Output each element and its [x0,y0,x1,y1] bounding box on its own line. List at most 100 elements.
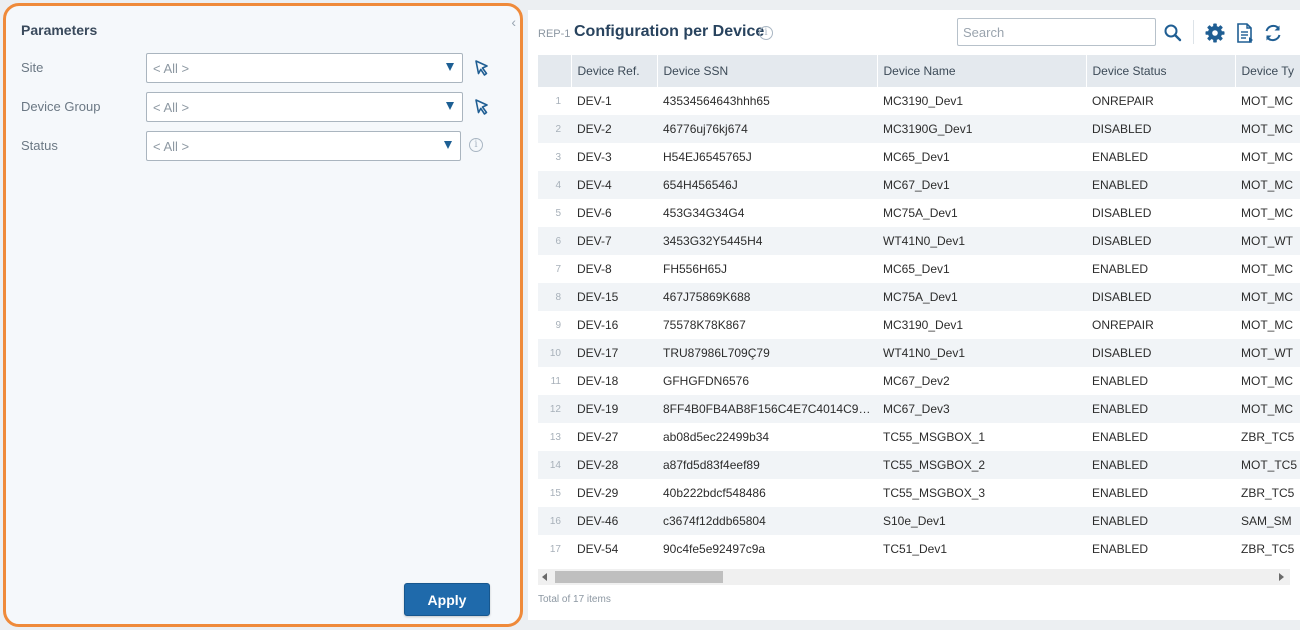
device-name-cell: MC67_Dev3 [877,395,1086,423]
device-status-cell: ENABLED [1086,535,1235,563]
info-icon[interactable]: i [469,138,483,152]
row-number: 11 [538,367,571,395]
device-status-cell: ENABLED [1086,171,1235,199]
table-row[interactable]: 17 DEV-54 90c4fe5e92497c9a TC51_Dev1 ENABLED… [538,535,1300,563]
device-group-select-value: < All > [153,100,190,115]
table-row[interactable]: 5 DEV-6 453G34G34G4 MC75A_Dev1 DISABLED MOT_M… [538,199,1300,227]
device-ref-cell: DEV-7 [571,227,657,255]
column-header-device-name[interactable]: Device Name [876,55,1086,87]
horizontal-scrollbar[interactable] [538,569,1290,585]
refresh-icon[interactable] [1262,22,1284,44]
row-number: 13 [538,423,571,451]
apply-button[interactable]: Apply [404,583,490,616]
table-row[interactable]: 15 DEV-29 40b222bdcf548486 TC55_MSGBOX_3 ENA… [538,479,1300,507]
device-ref-cell: DEV-29 [571,479,657,507]
report-code: REP-1 [538,28,571,40]
table-row[interactable]: 10 DEV-17 TRU87986L709Ç79 WT41N0_Dev1 DISABL… [538,339,1300,367]
row-number: 1 [538,87,571,115]
status-select[interactable]: < All > [146,131,461,161]
row-number: 7 [538,255,571,283]
table-row[interactable]: 9 DEV-16 75578K78K867 MC3190_Dev1 ONREPAIR MO… [538,311,1300,339]
device-name-cell: MC3190G_Dev1 [877,115,1086,143]
device-ref-cell: DEV-19 [571,395,657,423]
device-status-cell: ONREPAIR [1086,87,1235,115]
table-row[interactable]: 14 DEV-28 a87fd5d83f4eef89 TC55_MSGBOX_2 ENA… [538,451,1300,479]
device-type-cell: MOT_WT [1235,227,1300,255]
table-row[interactable]: 3 DEV-3 H54EJ6545765J MC65_Dev1 ENABLED MOT_M… [538,143,1300,171]
column-header-device-type[interactable]: Device Ty [1234,55,1300,87]
device-ssn-cell: 90c4fe5e92497c9a [657,535,877,563]
device-type-cell: MOT_MC [1235,283,1300,311]
row-number: 14 [538,451,571,479]
column-header-device-status[interactable]: Device Status [1085,55,1235,87]
device-ssn-cell: 46776uj76kj674 [657,115,877,143]
device-ssn-cell: ab08d5ec22499b34 [657,423,877,451]
device-status-cell: ENABLED [1086,479,1235,507]
device-type-cell: SAM_SM [1235,507,1300,535]
device-ref-cell: DEV-28 [571,451,657,479]
export-document-icon[interactable] [1234,22,1256,44]
table-row[interactable]: 11 DEV-18 GFHGFDN6576 MC67_Dev2 ENABLED MOT_M… [538,367,1300,395]
device-type-cell: ZBR_TC5 [1235,479,1300,507]
search-input[interactable] [957,18,1156,46]
device-type-cell: ZBR_TC5 [1235,535,1300,563]
column-header-device-ref[interactable]: Device Ref. [570,55,657,87]
pin-icon[interactable] [472,97,492,117]
device-name-cell: WT41N0_Dev1 [877,339,1086,367]
report-info-icon[interactable]: i [759,26,773,40]
device-name-cell: MC3190_Dev1 [877,87,1086,115]
scroll-left-icon[interactable] [542,573,547,581]
table-row[interactable]: 8 DEV-15 467J75869K688 MC75A_Dev1 DISABLED MO… [538,283,1300,311]
gear-icon[interactable] [1204,22,1226,44]
device-ssn-cell: 453G34G34G4 [657,199,877,227]
device-name-cell: TC55_MSGBOX_2 [877,451,1086,479]
table-row[interactable]: 7 DEV-8 FH556H65J MC65_Dev1 ENABLED MOT_MC [538,255,1300,283]
row-number: 15 [538,479,571,507]
device-name-cell: MC75A_Dev1 [877,199,1086,227]
row-number: 16 [538,507,571,535]
scroll-right-icon[interactable] [1279,573,1284,581]
collapse-panel-icon[interactable]: ‹ [511,14,516,30]
row-number: 10 [538,339,571,367]
device-ref-cell: DEV-18 [571,367,657,395]
table-row[interactable]: 16 DEV-46 c3674f12ddb65804 S10e_Dev1 ENABLED… [538,507,1300,535]
device-ref-cell: DEV-1 [571,87,657,115]
column-header-device-ssn[interactable]: Device SSN [656,55,877,87]
device-ref-cell: DEV-17 [571,339,657,367]
device-ssn-cell: a87fd5d83f4eef89 [657,451,877,479]
device-name-cell: TC51_Dev1 [877,535,1086,563]
device-ssn-cell: FH556H65J [657,255,877,283]
device-ssn-cell: H54EJ6545765J [657,143,877,171]
device-type-cell: MOT_MC [1235,143,1300,171]
search-icon[interactable] [1162,22,1184,44]
table-row[interactable]: 4 DEV-4 654H456546J MC67_Dev1 ENABLED MOT_MC [538,171,1300,199]
device-status-cell: DISABLED [1086,339,1235,367]
device-status-cell: ENABLED [1086,395,1235,423]
site-select-value: < All > [153,61,190,76]
device-group-select[interactable]: < All > [146,92,463,122]
device-status-cell: ENABLED [1086,255,1235,283]
row-number: 3 [538,143,571,171]
status-select-value: < All > [153,139,190,154]
device-ssn-cell: GFHGFDN6576 [657,367,877,395]
table-row[interactable]: 6 DEV-7 3453G32Y5445H4 WT41N0_Dev1 DISABLED M… [538,227,1300,255]
device-type-cell: MOT_WT [1235,339,1300,367]
scrollbar-thumb[interactable] [555,571,723,583]
site-select[interactable]: < All > [146,53,463,83]
table-row[interactable]: 1 DEV-1 43534564643hhh65 MC3190_Dev1 ONREPAI… [538,87,1300,115]
table-row[interactable]: 2 DEV-2 46776uj76kj674 MC3190G_Dev1 DISABLED… [538,115,1300,143]
device-status-cell: ONREPAIR [1086,311,1235,339]
dropdown-caret-icon [446,63,454,71]
table-row[interactable]: 12 DEV-19 8FF4B0FB4AB8F156C4E7C4014C98E… MC… [538,395,1300,423]
device-status-cell: ENABLED [1086,423,1235,451]
device-ref-cell: DEV-54 [571,535,657,563]
device-ref-cell: DEV-6 [571,199,657,227]
pin-icon[interactable] [472,58,492,78]
device-ssn-cell: TRU87986L709Ç79 [657,339,877,367]
table-header-row: Device Ref. Device SSN Device Name Devic… [538,55,1300,87]
device-type-cell: MOT_MC [1235,395,1300,423]
device-ssn-cell: 654H456546J [657,171,877,199]
device-status-cell: DISABLED [1086,283,1235,311]
row-number: 8 [538,283,571,311]
table-row[interactable]: 13 DEV-27 ab08d5ec22499b34 TC55_MSGBOX_1 ENA… [538,423,1300,451]
